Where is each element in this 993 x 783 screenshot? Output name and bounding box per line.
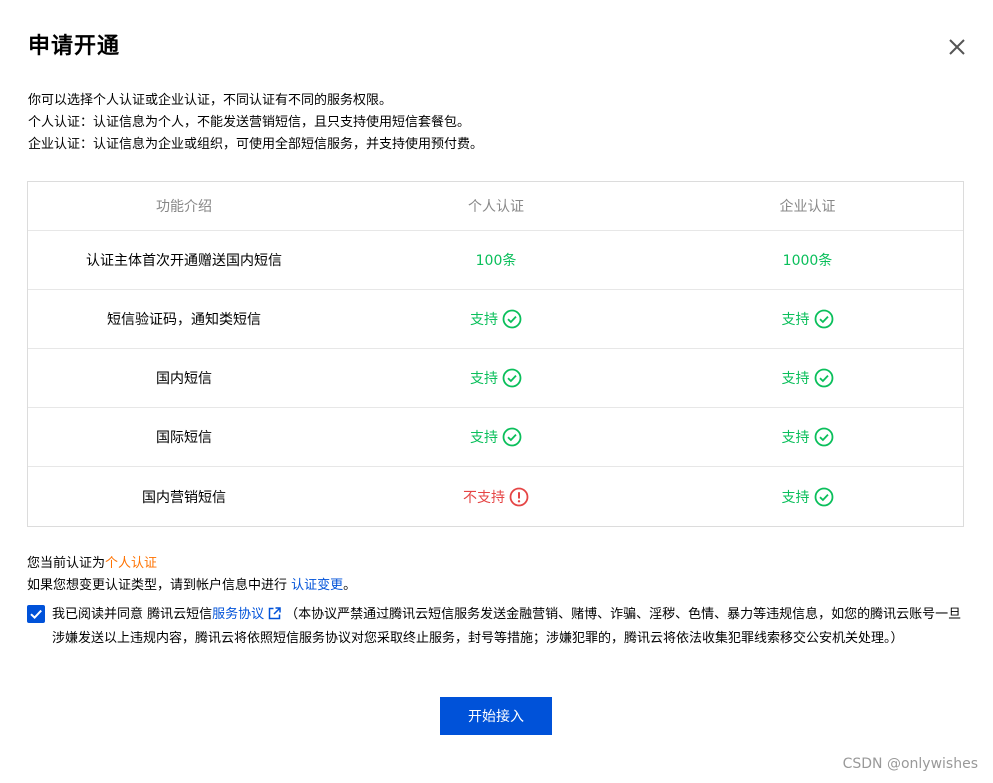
support-status: 支持 — [782, 309, 834, 329]
table-header-row: 功能介绍 个人认证 企业认证 — [28, 182, 963, 231]
support-status: 支持 — [470, 368, 522, 388]
support-status: 支持 — [782, 427, 834, 447]
change-auth-link[interactable]: 认证变更 — [291, 578, 343, 593]
check-circle-icon — [502, 309, 522, 329]
intro-line: 你可以选择个人认证或企业认证，不同认证有不同的服务权限。 — [28, 93, 393, 108]
agreement-checkbox[interactable] — [27, 605, 45, 623]
personal-cell: 支持 — [340, 309, 652, 329]
support-status: 支持 — [782, 368, 834, 388]
intro-line: 企业认证：认证信息为企业或组织，可使用全部短信服务，并支持使用预付费。 — [28, 137, 484, 152]
column-header: 个人认证 — [468, 199, 524, 215]
agreement-prefix: 我已阅读并同意 腾讯云短信 — [52, 607, 213, 622]
feature-cell: 认证主体首次开通赠送国内短信 — [86, 253, 282, 269]
feature-cell: 国内短信 — [156, 371, 212, 387]
check-circle-icon — [502, 368, 522, 388]
current-auth-value: 个人认证 — [105, 556, 158, 571]
change-auth-line: 如果您想变更认证类型，请到帐户信息中进行 认证变更。 — [27, 575, 356, 597]
table-row: 国际短信 支持 支持 — [28, 408, 963, 467]
enterprise-cell: 1000条 — [782, 253, 833, 269]
feature-cell: 短信验证码，通知类短信 — [107, 312, 261, 328]
column-header: 功能介绍 — [156, 199, 212, 215]
check-circle-icon — [502, 427, 522, 447]
status-label: 不支持 — [463, 489, 505, 506]
check-circle-icon — [814, 427, 833, 447]
personal-cell: 支持 — [340, 368, 652, 388]
status-label: 支持 — [470, 312, 498, 328]
agreement-section: 我已阅读并同意 腾讯云短信服务协议 （本协议严禁通过腾讯云短信服务发送金融营销、赌… — [27, 604, 967, 650]
feature-cell: 国际短信 — [156, 430, 212, 446]
enterprise-cell: 支持 — [652, 487, 963, 507]
personal-cell: 100条 — [475, 253, 517, 269]
table-row: 国内短信 支持 支持 — [28, 349, 963, 408]
start-access-button[interactable]: 开始接入 — [440, 697, 552, 735]
dialog-title: 申请开通 — [28, 34, 121, 59]
personal-cell: 支持 — [340, 427, 652, 447]
status-label: 支持 — [781, 312, 810, 328]
enterprise-cell: 支持 — [652, 368, 963, 388]
column-header: 企业认证 — [779, 199, 836, 215]
status-label: 支持 — [781, 371, 810, 387]
status-label: 支持 — [781, 489, 810, 506]
intro-text: 你可以选择个人认证或企业认证，不同认证有不同的服务权限。 个人认证：认证信息为个… — [28, 90, 483, 156]
service-agreement-link[interactable]: 服务协议 — [212, 607, 264, 622]
support-status: 支持 — [782, 487, 834, 507]
unsupported-status: 不支持 — [463, 487, 529, 507]
current-auth-info: 您当前认证为个人认证 如果您想变更认证类型，请到帐户信息中进行 认证变更。 — [27, 553, 356, 597]
status-label: 支持 — [781, 430, 810, 446]
change-auth-suffix: 。 — [343, 578, 357, 593]
comparison-table: 功能介绍 个人认证 企业认证 认证主体首次开通赠送国内短信 100条 1000条… — [27, 181, 964, 527]
error-circle-icon — [509, 487, 529, 506]
status-label: 支持 — [470, 430, 498, 446]
table-row: 短信验证码，通知类短信 支持 支持 — [28, 290, 963, 349]
support-status: 支持 — [470, 309, 522, 329]
personal-cell: 不支持 — [340, 487, 652, 507]
external-link-icon[interactable] — [268, 606, 281, 628]
current-auth-prefix: 您当前认证为 — [27, 556, 106, 571]
feature-cell: 国内营销短信 — [142, 489, 226, 506]
close-icon[interactable] — [946, 36, 968, 58]
status-label: 支持 — [470, 371, 498, 387]
current-auth-line: 您当前认证为个人认证 — [27, 553, 356, 575]
change-auth-prefix: 如果您想变更认证类型，请到帐户信息中进行 — [27, 578, 292, 593]
check-circle-icon — [814, 309, 833, 329]
support-status: 支持 — [470, 427, 522, 447]
table-row: 国内营销短信 不支持 支持 — [28, 467, 963, 526]
enterprise-cell: 支持 — [652, 309, 963, 329]
enterprise-cell: 支持 — [652, 427, 963, 447]
intro-line: 个人认证：认证信息为个人，不能发送营销短信，且只支持使用短信套餐包。 — [28, 115, 471, 130]
watermark: CSDN @onlywishes — [842, 756, 978, 772]
agreement-text: 我已阅读并同意 腾讯云短信服务协议 （本协议严禁通过腾讯云短信服务发送金融营销、赌… — [27, 604, 967, 650]
check-circle-icon — [814, 487, 833, 506]
table-row: 认证主体首次开通赠送国内短信 100条 1000条 — [28, 231, 963, 290]
check-circle-icon — [814, 368, 833, 388]
